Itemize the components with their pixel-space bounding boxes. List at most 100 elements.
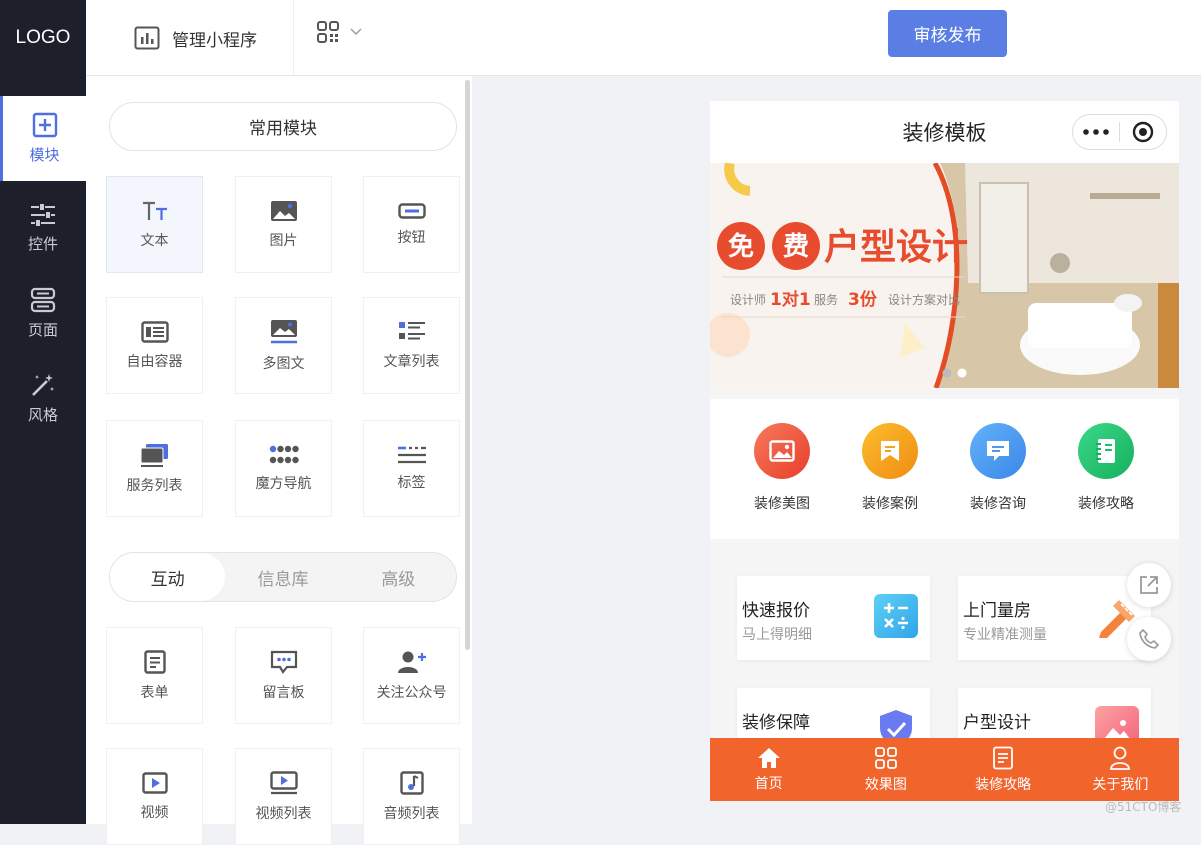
module-free-container[interactable]: 自由容器 — [106, 297, 203, 394]
banner-sub: 服务 — [814, 292, 838, 307]
phone-call-button[interactable] — [1127, 617, 1171, 661]
close-miniprogram-icon[interactable] — [1120, 121, 1166, 143]
follow-account-icon — [397, 651, 426, 673]
share-button[interactable] — [1127, 563, 1171, 607]
qrcode-icon — [317, 21, 339, 43]
quick-nav-label: 装修攻略 — [1078, 496, 1134, 512]
qr-dropdown[interactable] — [316, 20, 362, 44]
module-label: 表单 — [140, 684, 169, 701]
quick-nav-item[interactable]: 装修案例 — [850, 423, 930, 513]
module-service-list[interactable]: 服务列表 — [106, 420, 203, 517]
quick-nav-item[interactable]: 装修咨询 — [958, 423, 1038, 513]
grid-nav-icon — [269, 445, 299, 463]
container-icon — [140, 320, 169, 343]
service-card[interactable]: 上门量房 专业精准测量 — [958, 576, 1151, 660]
tabbar-item-about[interactable]: 关于我们 — [1062, 738, 1179, 801]
tabbar-item-guide[interactable]: 装修攻略 — [945, 738, 1062, 801]
tabbar-label: 效果图 — [864, 776, 907, 793]
phone-header: 装修模板 — [710, 101, 1179, 163]
banner-headline-char: 费 — [783, 232, 809, 262]
share-icon — [1140, 576, 1158, 594]
watermark: @51CTO博客 — [1105, 800, 1182, 814]
module-message-board[interactable]: 留言板 — [235, 627, 332, 724]
audio-list-icon — [399, 770, 424, 795]
common-modules-header: 常用模块 — [109, 102, 457, 151]
logo: LOGO — [0, 0, 86, 76]
tab-info-library[interactable]: 信息库 — [225, 553, 340, 601]
bar-chart-icon — [134, 26, 160, 50]
banner-carousel[interactable]: 免 费 户型设计 设计师 1对1 服务 3份 设计方案对比 — [710, 163, 1179, 388]
pages-icon — [30, 287, 56, 313]
module-label: 自由容器 — [126, 353, 183, 370]
module-image[interactable]: 图片 — [235, 176, 332, 273]
nav-item-modules[interactable]: 模块 — [0, 96, 86, 181]
module-label: 文章列表 — [383, 353, 440, 370]
article-list-icon — [398, 321, 425, 339]
button-icon — [397, 202, 426, 219]
module-video-list[interactable]: 视频列表 — [235, 748, 332, 845]
banner-image: 免 费 户型设计 设计师 1对1 服务 3份 设计方案对比 — [710, 163, 1179, 388]
tab-interact[interactable]: 互动 — [110, 553, 226, 601]
module-label: 按钮 — [397, 229, 426, 246]
module-label: 文本 — [140, 232, 169, 249]
module-label: 留言板 — [262, 684, 305, 701]
banner-headline: 户型设计 — [824, 226, 968, 268]
publish-button[interactable]: 审核发布 — [888, 10, 1007, 57]
tabbar-label: 装修攻略 — [975, 776, 1032, 793]
panel-scrollbar[interactable] — [465, 80, 470, 650]
magic-wand-icon — [32, 374, 54, 396]
nav-label: 模块 — [29, 146, 60, 164]
phone-preview: 装修模板 免 费 户型设计 设计师 1对1 服务 3份 设计方案对比 装修美图 … — [710, 101, 1179, 801]
quick-nav-label: 装修美图 — [754, 496, 810, 512]
tab-advanced[interactable]: 高级 — [341, 553, 456, 601]
home-icon — [757, 747, 780, 768]
module-label: 视频列表 — [255, 805, 312, 822]
multi-image-text-icon — [270, 319, 297, 343]
module-button[interactable]: 按钮 — [363, 176, 460, 273]
quick-nav-label: 装修案例 — [862, 496, 918, 512]
module-category-tabs: 互动 信息库 高级 — [109, 552, 457, 602]
message-board-icon — [270, 650, 297, 674]
module-article-list[interactable]: 文章列表 — [363, 297, 460, 394]
module-multi-image-text[interactable]: 多图文 — [235, 297, 332, 394]
nav-item-pages[interactable]: 页面 — [0, 271, 86, 356]
module-form[interactable]: 表单 — [106, 627, 203, 724]
service-card[interactable]: 快速报价 马上得明细 — [737, 576, 930, 660]
nav-item-style[interactable]: 风格 — [0, 356, 86, 441]
quick-nav-item[interactable]: 装修攻略 — [1066, 423, 1146, 513]
more-menu-icon[interactable] — [1073, 129, 1119, 135]
bottom-tabbar: 首页 效果图 装修攻略 关于我们 — [710, 738, 1179, 801]
plus-square-icon — [32, 112, 57, 138]
nav-label: 页面 — [27, 321, 58, 339]
notebook-icon — [1078, 423, 1134, 479]
service-list-icon — [140, 443, 168, 467]
banner-headline-char: 免 — [728, 231, 754, 262]
photo-icon — [754, 423, 810, 479]
module-tag[interactable]: 标签 — [363, 420, 460, 517]
module-grid-nav[interactable]: 魔方导航 — [235, 420, 332, 517]
module-audio-list[interactable]: 音频列表 — [363, 748, 460, 845]
tabbar-item-home[interactable]: 首页 — [710, 738, 827, 801]
tag-icon — [397, 446, 426, 463]
module-video[interactable]: 视频 — [106, 748, 203, 845]
left-nav: 模块 控件 页面 风格 — [0, 76, 86, 824]
top-bar: LOGO 管理小程序 审核发布 — [0, 0, 1201, 76]
calculator-icon — [874, 594, 918, 638]
miniprogram-capsule[interactable] — [1072, 114, 1167, 150]
module-follow-account[interactable]: 关注公众号 — [363, 627, 460, 724]
user-icon — [1110, 746, 1131, 770]
card-subtitle: 专业精准测量 — [963, 627, 1047, 643]
chevron-down-icon — [350, 28, 362, 35]
module-text[interactable]: 文本 — [106, 176, 203, 273]
chat-icon — [970, 423, 1026, 479]
nav-item-controls[interactable]: 控件 — [0, 186, 86, 271]
bookmark-icon — [862, 423, 918, 479]
banner-sub-highlight: 3份 — [848, 289, 878, 310]
document-icon — [993, 746, 1014, 769]
tabbar-label: 首页 — [754, 775, 783, 792]
tabbar-item-gallery[interactable]: 效果图 — [827, 738, 944, 801]
video-list-icon — [269, 770, 298, 794]
quick-nav-item[interactable]: 装修美图 — [742, 423, 822, 513]
module-label: 魔方导航 — [255, 475, 312, 492]
manage-miniprogram-link[interactable]: 管理小程序 — [86, 0, 294, 76]
